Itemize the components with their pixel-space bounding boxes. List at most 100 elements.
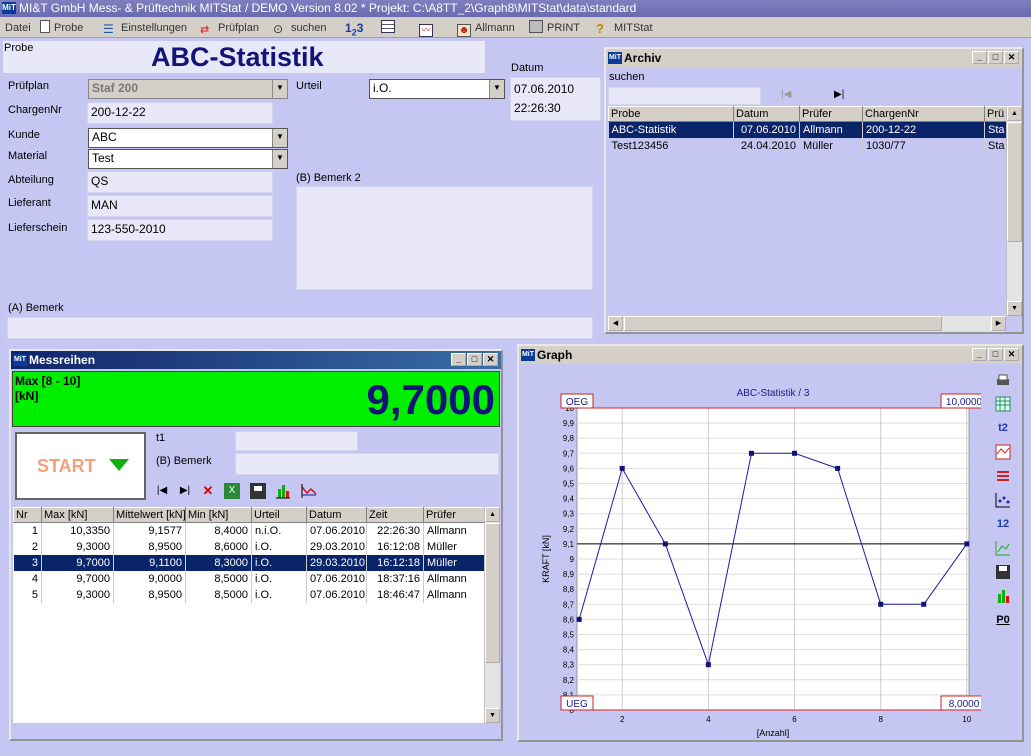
maximize-button[interactable]: □ xyxy=(467,353,482,366)
scroll-down-icon[interactable]: ▼ xyxy=(1007,301,1022,316)
t12-icon[interactable]: t2 xyxy=(995,420,1011,436)
messreihen-row[interactable]: 2 9,3000 8,9500 8,6000 i.O. 29.03.2010 16:12:0… xyxy=(13,538,484,555)
graph-window: MiT Graph _□✕ 88,18,28,38,48,58,68,78,88… xyxy=(517,344,1024,742)
minimize-button[interactable]: _ xyxy=(972,51,987,64)
scroll-up-icon[interactable]: ▲ xyxy=(485,507,500,522)
scroll-thumb[interactable] xyxy=(1007,122,1022,242)
pruefplan-select[interactable]: Staf 200 ▼ xyxy=(88,79,288,99)
messreihen-row[interactable]: 1 10,3350 9,1577 8,4000 n.i.O. 07.06.2010 22:2… xyxy=(13,522,484,539)
close-button[interactable]: ✕ xyxy=(1004,348,1019,361)
trend-icon[interactable] xyxy=(995,540,1011,556)
menu-mitstat[interactable]: ? MITStat xyxy=(596,20,653,36)
archiv-column-header[interactable]: Datum xyxy=(733,106,800,122)
messreihen-column-header[interactable]: Mittelwert [kN] xyxy=(113,507,186,523)
scroll-right-icon[interactable]: ▶ xyxy=(991,316,1006,331)
bemerk-b-field[interactable] xyxy=(235,453,499,475)
archiv-row[interactable]: Test123456 24.04.2010 Müller 1030/77 Sta xyxy=(608,137,1006,154)
bemerk2-textarea[interactable] xyxy=(296,186,593,290)
delete-icon[interactable]: ✕ xyxy=(200,483,216,499)
line-chart-icon[interactable] xyxy=(301,483,317,499)
printer-icon[interactable] xyxy=(995,372,1011,388)
material-select[interactable]: Test ▼ xyxy=(88,149,288,169)
minimize-button[interactable]: _ xyxy=(972,348,987,361)
minimize-button[interactable]: _ xyxy=(451,353,466,366)
maximize-button[interactable]: □ xyxy=(988,51,1003,64)
messreihen-row[interactable]: 5 9,3000 8,9500 8,5000 i.O. 07.06.2010 18:46:4… xyxy=(13,586,484,603)
t1-field[interactable] xyxy=(235,431,358,451)
maximize-button[interactable]: □ xyxy=(988,348,1003,361)
messreihen-column-header[interactable]: Nr xyxy=(13,507,42,523)
scroll-down-icon[interactable]: ▼ xyxy=(485,708,500,723)
messreihen-column-header[interactable]: Urteil xyxy=(251,507,307,523)
messreihen-cell: 9,3000 xyxy=(41,586,114,603)
start-button[interactable]: START xyxy=(15,432,146,500)
messreihen-titlebar[interactable]: MiT Messreihen _ □ ✕ xyxy=(11,351,501,369)
scroll-thumb[interactable] xyxy=(485,523,500,663)
abteilung-field[interactable]: QS xyxy=(87,171,273,193)
menu-print[interactable]: PRINT xyxy=(529,20,580,36)
urteil-select[interactable]: i.O. ▼ xyxy=(369,79,505,99)
archiv-column-header[interactable]: Prü xyxy=(984,106,1006,122)
menu-datei[interactable]: Datei xyxy=(5,20,31,36)
start-label: START xyxy=(37,456,96,476)
last-record-icon[interactable]: ▶| xyxy=(834,89,844,100)
messreihen-column-header[interactable]: Prüfer xyxy=(423,507,484,523)
messreihen-column-header[interactable]: Max [kN] xyxy=(41,507,114,523)
menu-probe[interactable]: Probe xyxy=(40,20,83,36)
kunde-select[interactable]: ABC ▼ xyxy=(88,128,288,148)
graph-titlebar[interactable]: MiT Graph _ □ ✕ xyxy=(519,346,1022,364)
lieferschein-field[interactable]: 123-550-2010 xyxy=(87,219,273,241)
bemerk-a-field[interactable] xyxy=(7,317,593,339)
p0-icon[interactable]: P0 xyxy=(995,612,1011,628)
messreihen-column-header[interactable]: Datum xyxy=(306,507,367,523)
messreihen-title: Messreihen xyxy=(29,353,96,367)
messreihen-cell: 18:37:16 xyxy=(366,570,424,587)
menu-chart-icon[interactable]: 〰 xyxy=(419,20,437,37)
multi-line-chart-icon[interactable] xyxy=(995,444,1011,460)
messreihen-vscrollbar[interactable]: ▲ ▼ xyxy=(484,507,500,723)
menu-pruefplan[interactable]: ⇄ Prüfplan xyxy=(200,20,259,36)
table-icon[interactable] xyxy=(995,396,1011,412)
excel-icon[interactable]: X xyxy=(224,483,240,499)
menu-allmann[interactable]: ☻ Allmann xyxy=(457,20,515,37)
menu-123-icon[interactable]: 123 xyxy=(345,20,363,37)
datum-field[interactable]: 07.06.2010 22:26:30 xyxy=(510,77,601,121)
scroll-left-icon[interactable]: ◀ xyxy=(608,316,623,331)
last-row-icon[interactable]: ▶| xyxy=(177,483,193,499)
histogram-icon[interactable] xyxy=(995,588,1011,604)
menu-table-icon[interactable] xyxy=(381,20,399,36)
messreihen-column-header[interactable]: Zeit xyxy=(366,507,424,523)
scroll-up-icon[interactable]: ▲ xyxy=(1007,106,1022,121)
first-row-icon[interactable]: |◀ xyxy=(154,483,170,499)
scroll-thumb[interactable] xyxy=(624,316,942,331)
archiv-search-input[interactable] xyxy=(608,87,761,105)
lieferant-field[interactable]: MAN xyxy=(87,195,273,217)
messreihen-cell: 16:12:08 xyxy=(366,538,424,555)
close-button[interactable]: ✕ xyxy=(1004,51,1019,64)
close-button[interactable]: ✕ xyxy=(483,353,498,366)
bars-icon[interactable] xyxy=(995,468,1011,484)
messreihen-column-header[interactable]: Min [kN] xyxy=(185,507,252,523)
menu-einstellungen[interactable]: ☰ Einstellungen xyxy=(103,20,187,36)
messreihen-row[interactable]: 3 9,7000 9,1100 8,3000 i.O. 29.03.2010 16:12:1… xyxy=(13,554,484,571)
y-tick-label: 9,5 xyxy=(563,480,575,489)
archiv-column-header[interactable]: Probe xyxy=(608,106,734,122)
archiv-column-header[interactable]: Prüfer xyxy=(799,106,863,122)
archiv-row[interactable]: ABC-Statistik 07.06.2010 Allmann 200-12-22 S… xyxy=(608,121,1006,138)
archiv-hscrollbar[interactable]: ◀ ▶ xyxy=(608,316,1006,332)
chevron-down-icon: ▼ xyxy=(272,80,287,98)
first-record-icon[interactable]: |◀ xyxy=(781,89,791,100)
scatter-icon[interactable] xyxy=(995,492,1011,508)
menu-suchen[interactable]: ⊙ suchen xyxy=(273,20,326,36)
messreihen-row[interactable]: 4 9,7000 9,0000 8,5000 i.O. 07.06.2010 18:37:1… xyxy=(13,570,484,587)
archiv-titlebar[interactable]: MiT Archiv _ □ ✕ xyxy=(606,49,1022,67)
archiv-vscrollbar[interactable]: ▲ ▼ xyxy=(1006,106,1022,316)
measure-value: 9,7000 xyxy=(366,376,495,423)
y-tick-label: 8,6 xyxy=(563,615,575,624)
chargennr-field[interactable]: 200-12-22 xyxy=(87,102,273,124)
save-icon[interactable] xyxy=(250,483,266,499)
archiv-column-header[interactable]: ChargenNr xyxy=(862,106,985,122)
save-icon[interactable] xyxy=(995,564,1011,580)
number-123-icon[interactable]: 12 xyxy=(995,516,1011,532)
histogram-icon[interactable] xyxy=(275,483,291,499)
